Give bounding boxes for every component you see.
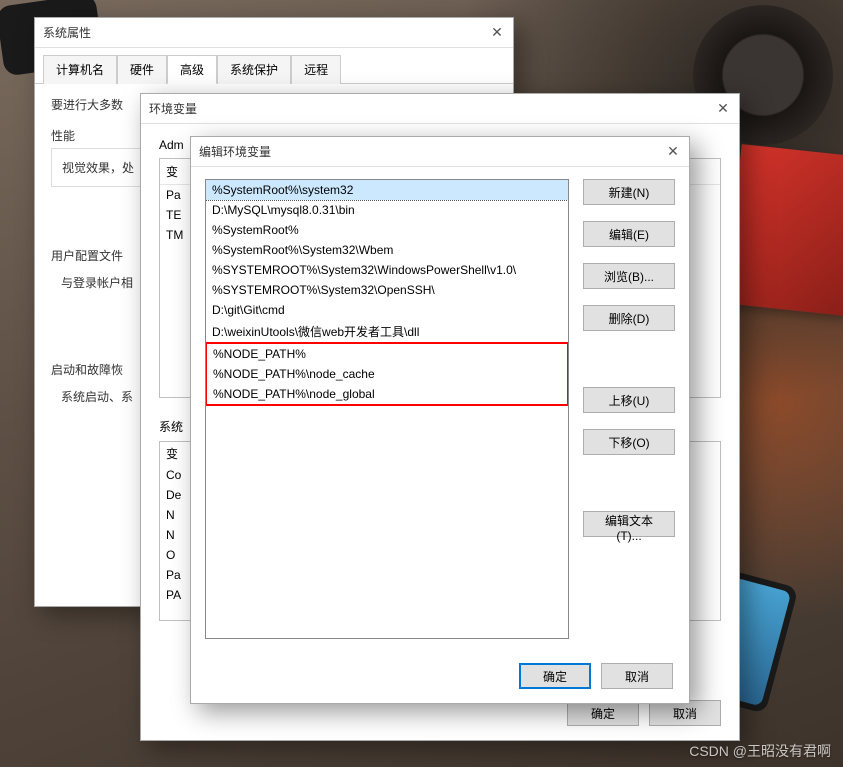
highlight-annotation: %NODE_PATH% %NODE_PATH%\node_cache %NODE… <box>205 342 569 406</box>
close-icon[interactable]: ✕ <box>715 101 731 117</box>
envvars-titlebar[interactable]: 环境变量 ✕ <box>141 94 739 124</box>
path-item[interactable]: %SystemRoot%\System32\Wbem <box>206 240 568 260</box>
movedown-button[interactable]: 下移(O) <box>583 429 675 455</box>
envvars-title: 环境变量 <box>149 100 197 117</box>
watermark-text: CSDN @王昭没有君啊 <box>689 741 831 761</box>
sysprops-titlebar[interactable]: 系统属性 ✕ <box>35 18 513 48</box>
path-item[interactable]: %NODE_PATH% <box>207 344 567 364</box>
edittext-button[interactable]: 编辑文本(T)... <box>583 511 675 537</box>
path-item[interactable]: %SYSTEMROOT%\System32\WindowsPowerShell\… <box>206 260 568 280</box>
moveup-button[interactable]: 上移(U) <box>583 387 675 413</box>
path-item[interactable]: %SystemRoot%\system32 <box>206 180 568 200</box>
delete-button[interactable]: 删除(D) <box>583 305 675 331</box>
path-item[interactable]: %NODE_PATH%\node_cache <box>207 364 567 384</box>
ok-button[interactable]: 确定 <box>519 663 591 689</box>
new-button[interactable]: 新建(N) <box>583 179 675 205</box>
side-buttons: 新建(N) 编辑(E) 浏览(B)... 删除(D) 上移(U) 下移(O) 编… <box>583 179 675 639</box>
path-item[interactable]: %NODE_PATH%\node_global <box>207 384 567 404</box>
path-item[interactable]: D:\MySQL\mysql8.0.31\bin <box>206 200 568 220</box>
editenv-titlebar[interactable]: 编辑环境变量 ✕ <box>191 137 689 167</box>
editenv-title: 编辑环境变量 <box>199 143 271 160</box>
decor-book <box>725 144 843 316</box>
tab-computer-name[interactable]: 计算机名 <box>43 55 117 84</box>
path-list[interactable]: %SystemRoot%\system32 D:\MySQL\mysql8.0.… <box>205 179 569 639</box>
sysprops-title: 系统属性 <box>43 24 91 41</box>
tab-advanced[interactable]: 高级 <box>167 55 217 84</box>
editenv-body: %SystemRoot%\system32 D:\MySQL\mysql8.0.… <box>191 167 689 651</box>
close-icon[interactable]: ✕ <box>665 144 681 160</box>
sysprops-tabs: 计算机名 硬件 高级 系统保护 远程 <box>35 48 513 84</box>
path-item[interactable]: %SystemRoot% <box>206 220 568 240</box>
tab-system-protection[interactable]: 系统保护 <box>217 55 291 84</box>
edit-button[interactable]: 编辑(E) <box>583 221 675 247</box>
browse-button[interactable]: 浏览(B)... <box>583 263 675 289</box>
cancel-button[interactable]: 取消 <box>601 663 673 689</box>
tab-hardware[interactable]: 硬件 <box>117 55 167 84</box>
tab-remote[interactable]: 远程 <box>291 55 341 84</box>
edit-env-variable-dialog: 编辑环境变量 ✕ %SystemRoot%\system32 D:\MySQL\… <box>190 136 690 704</box>
path-item[interactable]: D:\git\Git\cmd <box>206 300 568 320</box>
close-icon[interactable]: ✕ <box>489 25 505 41</box>
editenv-footer: 确定 取消 <box>519 663 673 689</box>
path-item[interactable]: %SYSTEMROOT%\System32\OpenSSH\ <box>206 280 568 300</box>
path-item[interactable]: D:\weixinUtools\微信web开发者工具\dll <box>206 320 568 343</box>
